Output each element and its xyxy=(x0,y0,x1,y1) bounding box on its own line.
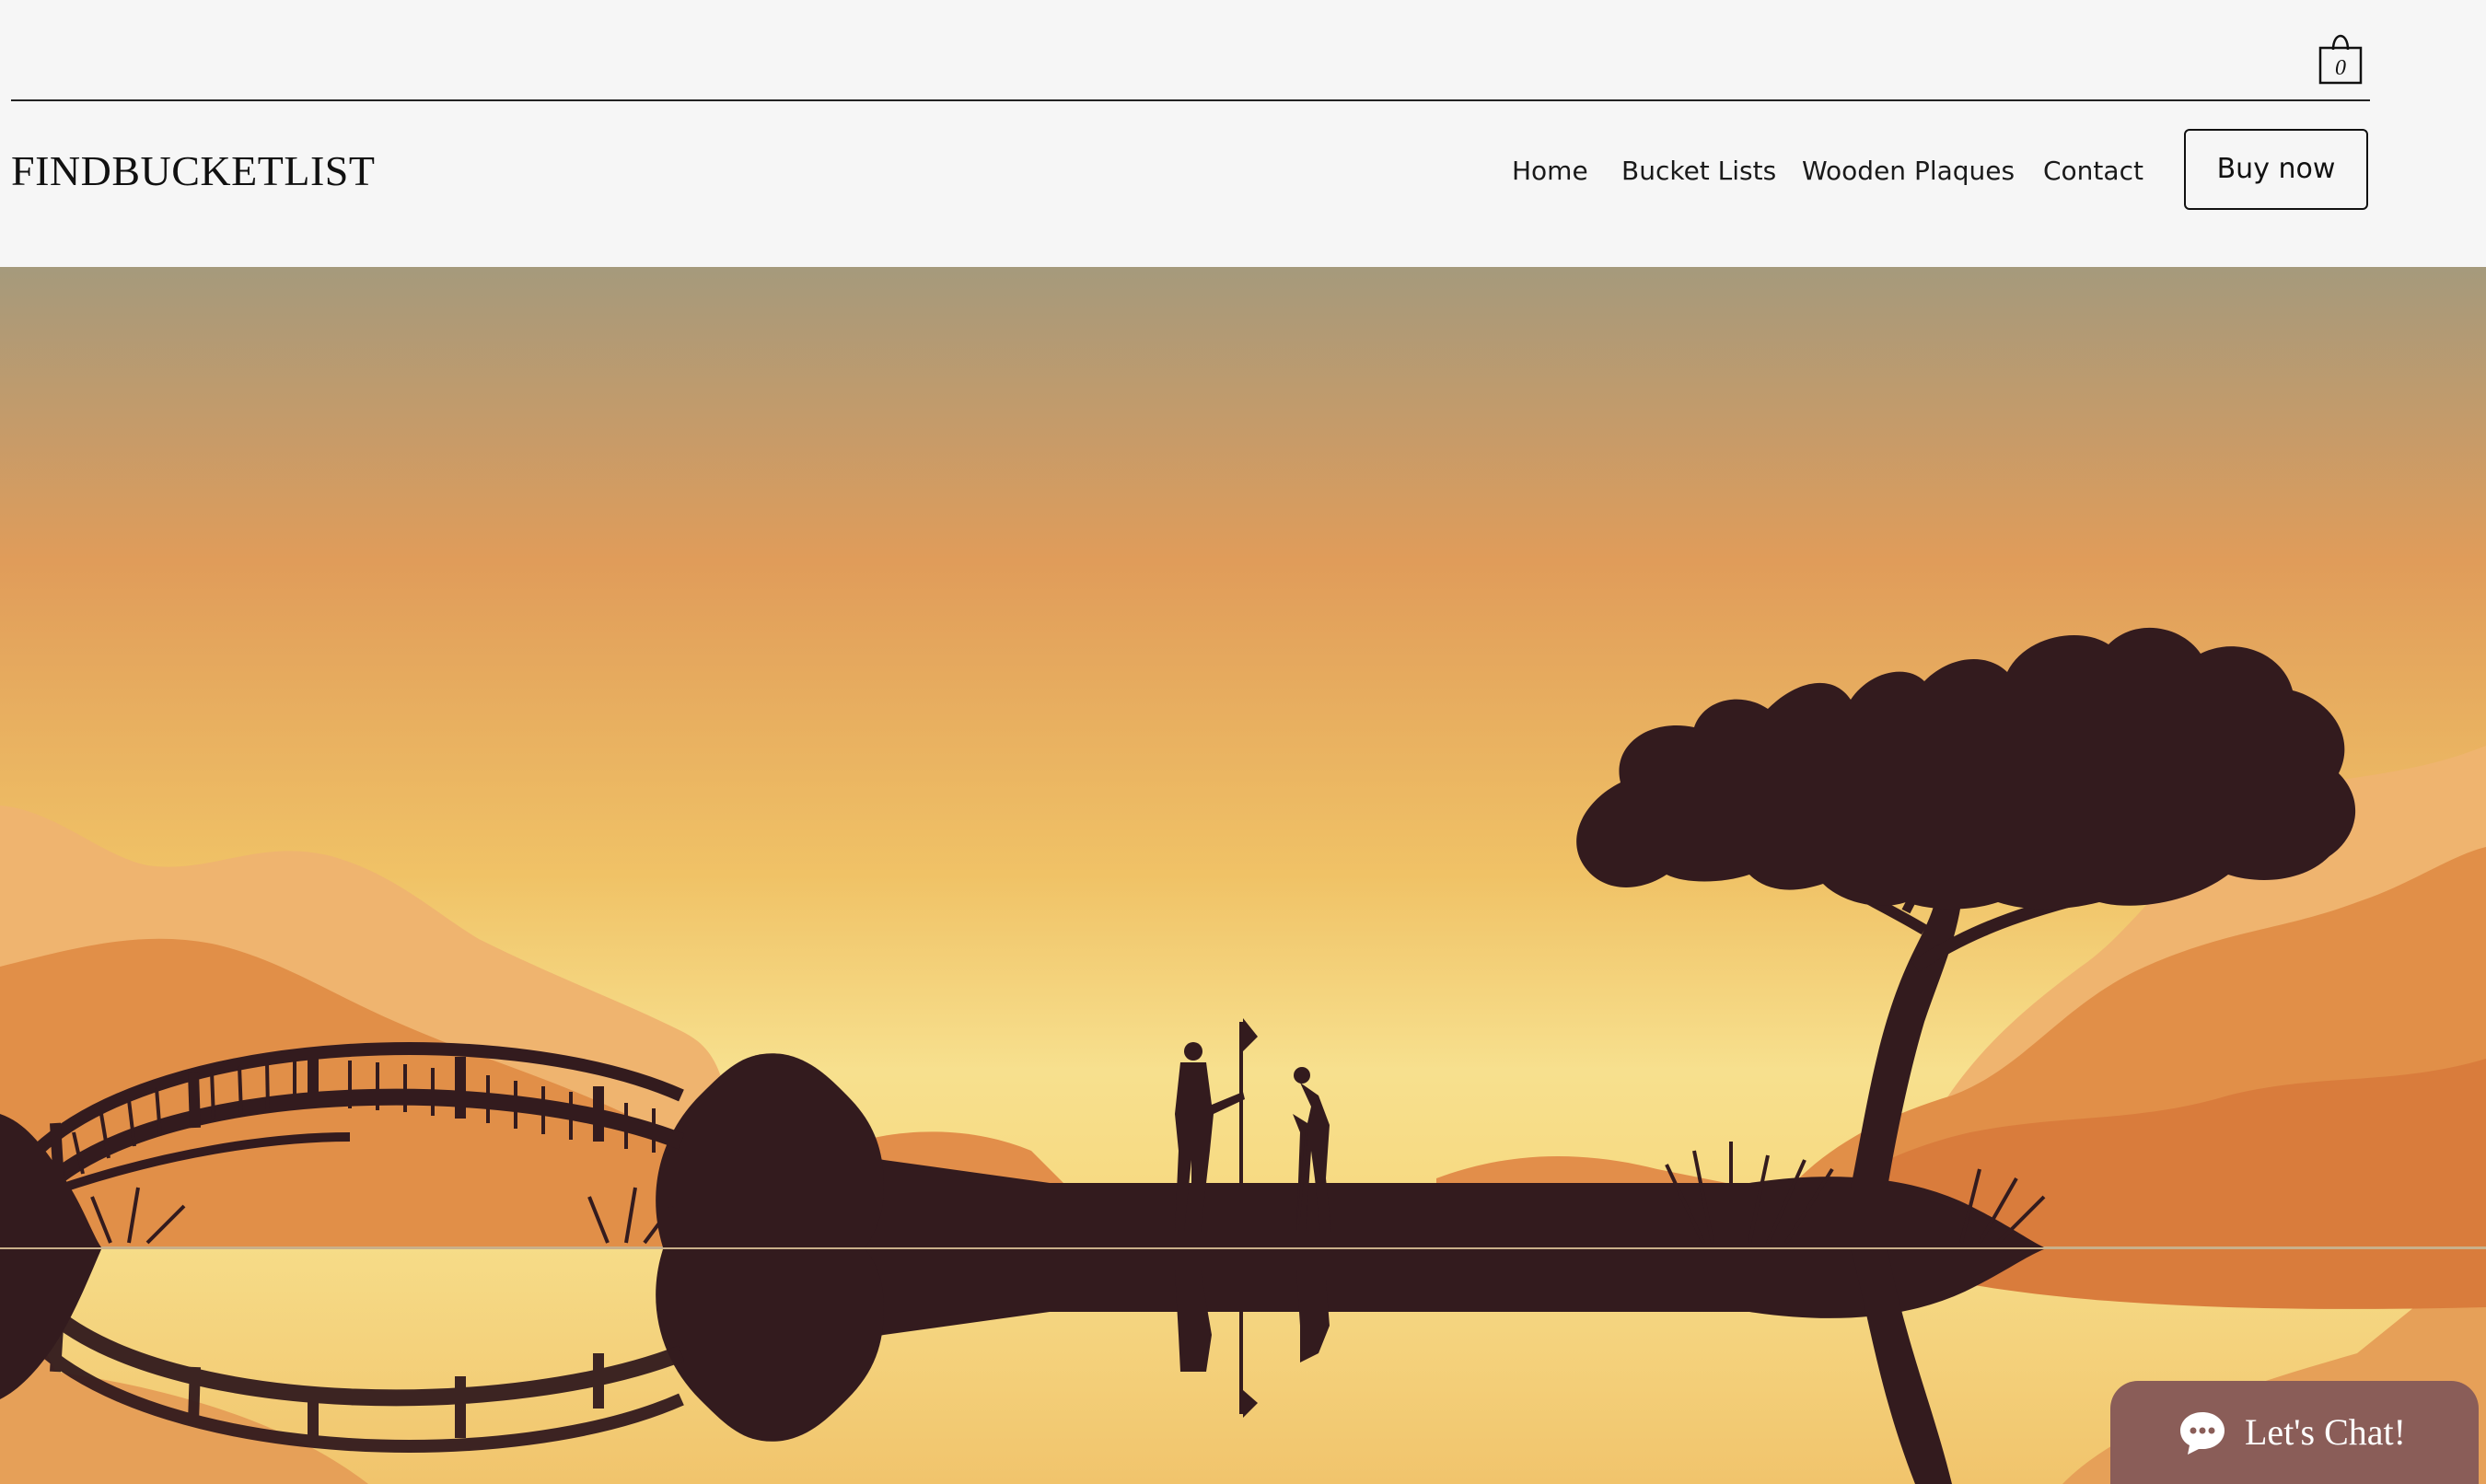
site-header: 0 FINDBUCKETLIST Home Bucket Lists Woode… xyxy=(0,0,2486,267)
nav-wooden-plaques[interactable]: Wooden Plaques xyxy=(1802,153,2015,190)
golf-sunset-illustration xyxy=(0,267,2486,1484)
cart-button[interactable]: 0 xyxy=(2318,28,2370,85)
cart-count: 0 xyxy=(2335,56,2346,80)
nav-bucket-lists[interactable]: Bucket Lists xyxy=(1621,153,1776,190)
buy-now-button[interactable]: Buy now xyxy=(2184,129,2368,210)
nav-contact[interactable]: Contact xyxy=(2043,153,2143,190)
hero-banner xyxy=(0,267,2486,1484)
chat-label: Let's Chat! xyxy=(2245,1411,2406,1453)
nav-home[interactable]: Home xyxy=(1512,153,1588,190)
chat-bubble-icon xyxy=(2180,1412,2225,1455)
site-logo[interactable]: FINDBUCKETLIST xyxy=(11,145,375,197)
header-divider xyxy=(11,99,2370,101)
chat-widget-button[interactable]: Let's Chat! xyxy=(2110,1381,2479,1484)
